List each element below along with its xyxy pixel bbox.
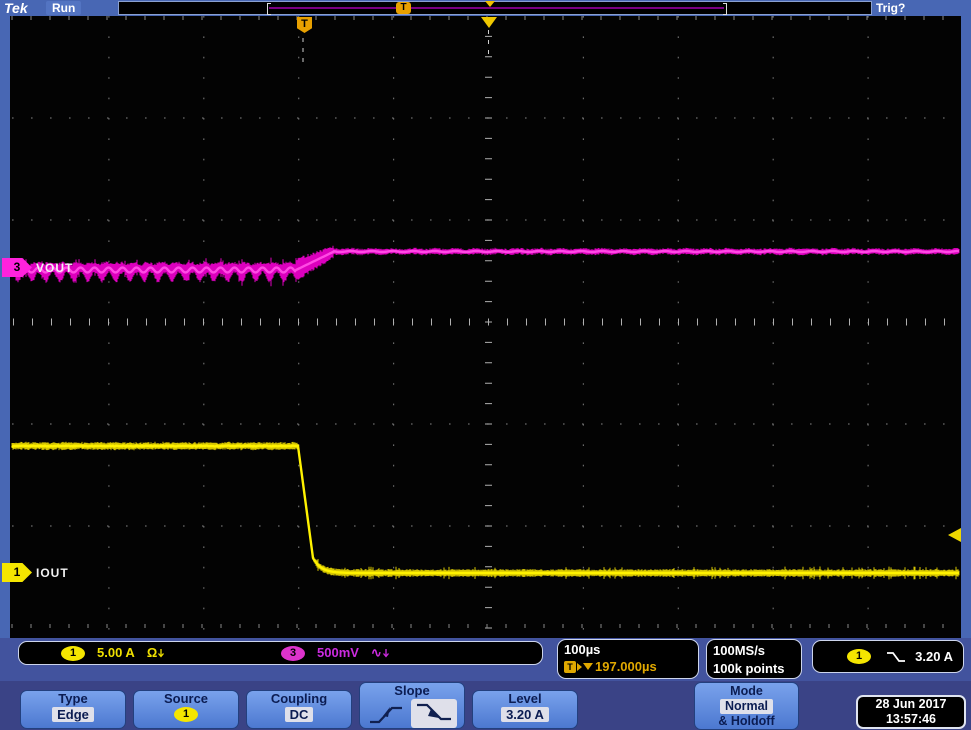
record-trigger-position-icon[interactable]: T (396, 2, 411, 14)
expansion-reference-icon (481, 17, 497, 28)
rising-slope-icon (367, 702, 405, 726)
channel1-scale: 5.00 A (97, 645, 135, 660)
channel1-impedance-icon: Ω (147, 645, 157, 660)
window-right-bracket-icon (723, 3, 727, 15)
record-length: 100k points (713, 660, 795, 678)
trigger-delay-readout: T 197.000µs (564, 659, 692, 674)
menu-mode-value2: & Holdoff (695, 714, 798, 729)
ac-coupling-icon: ∿ (371, 645, 382, 660)
channel3-scale: 500mV (317, 645, 359, 660)
menu-mode-button[interactable]: Mode Normal & Holdoff (694, 682, 799, 730)
menu-coupling-value: DC (285, 707, 314, 722)
soft-menu-bar: Type Edge Source 1 Coupling DC Slope (0, 681, 971, 730)
menu-coupling-button[interactable]: Coupling DC (246, 690, 352, 729)
timebase-scale: 100µs (564, 642, 692, 657)
menu-source-badge: 1 (174, 707, 198, 722)
channel1-readout: 1 5.00 A Ω (61, 645, 165, 661)
trigger-t-icon: T (564, 661, 576, 673)
vout-trace-label: VOUT (36, 261, 73, 275)
record-waveform-preview (269, 7, 724, 9)
trigger-readout-box[interactable]: 1 3.20 A (812, 640, 964, 673)
channel-readouts-box[interactable]: 1 5.00 A Ω 3 500mV ∿ (18, 641, 543, 665)
expansion-point-icon (485, 1, 495, 7)
menu-source-button[interactable]: Source 1 (133, 690, 239, 729)
window-left-bracket-icon (267, 3, 271, 15)
sample-rate: 100MS/s (713, 642, 795, 660)
right-border (961, 16, 971, 638)
trigger-level-arrow-icon[interactable] (948, 528, 961, 542)
channel3-readout: 3 500mV ∿ (281, 645, 390, 661)
menu-slope-label: Slope (360, 683, 464, 698)
menu-mode-label: Mode (695, 684, 798, 699)
menu-type-label: Type (21, 691, 125, 706)
graticule-display: T 3 VOUT 1 IOUT (10, 16, 961, 638)
tek-logo: Tek (4, 0, 28, 16)
trigger-level-value: 3.20 A (915, 649, 953, 664)
iout-trace-label: IOUT (36, 566, 69, 580)
date-value: 28 Jun 2017 (858, 697, 964, 712)
menu-level-button[interactable]: Level 3.20 A (472, 690, 578, 729)
channel1-badge: 1 (61, 646, 85, 661)
arrow-right-icon (577, 663, 582, 671)
trigger-source-badge: 1 (847, 649, 871, 664)
falling-slope-icon (414, 700, 454, 724)
delay-marker-icon (583, 663, 593, 670)
acquisition-readout-box[interactable]: 100MS/s 100k points (706, 639, 802, 679)
datetime-display: 28 Jun 2017 13:57:46 (856, 695, 966, 729)
menu-mode-value: Normal (720, 699, 773, 714)
menu-slope-button[interactable]: Slope (359, 682, 465, 729)
menu-source-label: Source (134, 691, 238, 706)
time-value: 13:57:46 (858, 712, 964, 727)
left-border (0, 16, 10, 638)
top-status-bar: Tek Run T Trig? (0, 0, 971, 16)
menu-type-value: Edge (52, 707, 94, 722)
readout-bar: 1 5.00 A Ω 3 500mV ∿ 100µs T 197.000µs 100MS/… (0, 638, 971, 681)
menu-type-button[interactable]: Type Edge (20, 690, 126, 729)
delay-value: 197.000µs (595, 659, 657, 674)
menu-level-value: 3.20 A (501, 707, 549, 722)
menu-coupling-label: Coupling (247, 691, 351, 706)
falling-slope-selected (411, 699, 457, 728)
bandwidth-limit-icon (157, 648, 165, 659)
bandwidth-limit-icon (382, 648, 390, 659)
record-view-bar: T (118, 1, 872, 15)
waveform-plot (10, 16, 961, 638)
horizontal-readout-box[interactable]: 100µs T 197.000µs (557, 639, 699, 679)
trigger-status-label: Trig? (876, 1, 905, 15)
falling-slope-icon (885, 650, 907, 664)
channel3-badge: 3 (281, 646, 305, 661)
menu-level-label: Level (473, 691, 577, 706)
acquisition-status: Run (46, 1, 81, 15)
oscilloscope-screen: Tek Run T Trig? T 3 VOUT 1 IOUT 1 5.00 A Ω (0, 0, 971, 730)
